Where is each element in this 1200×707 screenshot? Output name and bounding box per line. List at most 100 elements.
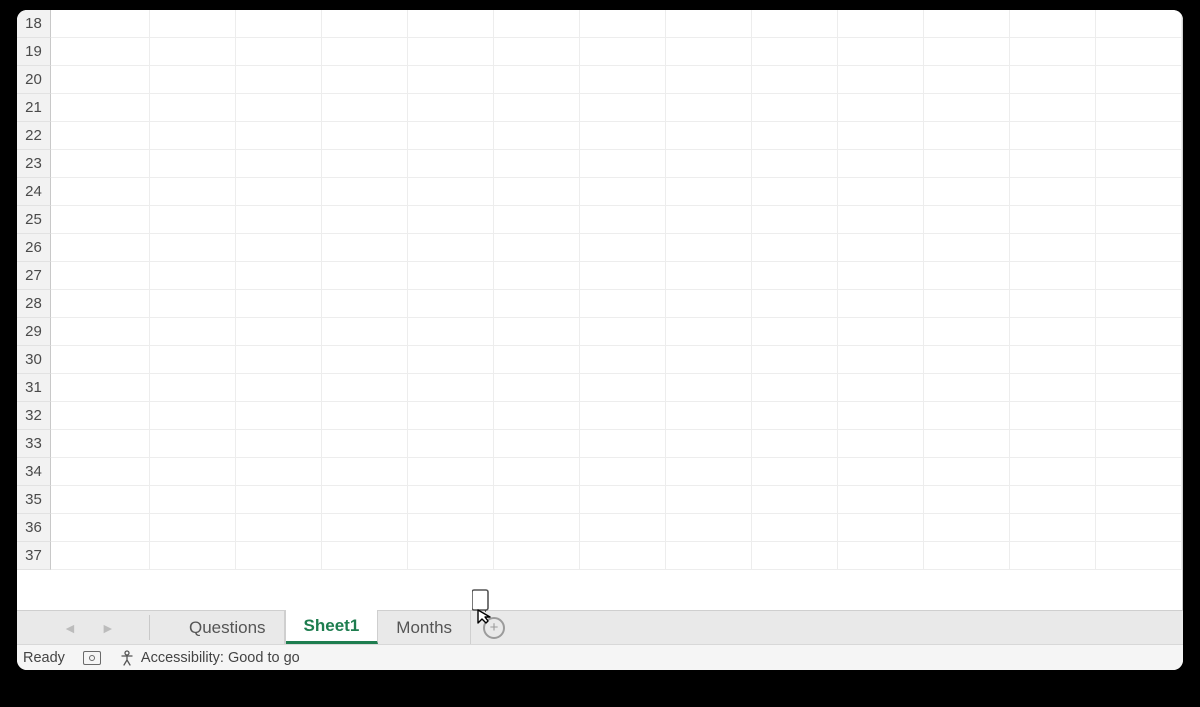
row-header[interactable]: 34 — [17, 458, 51, 486]
cell[interactable] — [838, 542, 924, 570]
cell[interactable] — [51, 430, 150, 458]
cell[interactable] — [408, 122, 494, 150]
row-header[interactable]: 26 — [17, 234, 51, 262]
cell[interactable] — [752, 234, 838, 262]
cell[interactable] — [838, 402, 924, 430]
cell[interactable] — [1096, 234, 1182, 262]
cell[interactable] — [51, 542, 150, 570]
cell[interactable] — [666, 10, 752, 38]
cell[interactable] — [1010, 290, 1096, 318]
cell[interactable] — [1096, 346, 1182, 374]
cell[interactable] — [666, 38, 752, 66]
cell[interactable] — [494, 66, 580, 94]
cell[interactable] — [494, 262, 580, 290]
row-header[interactable]: 32 — [17, 402, 51, 430]
cell[interactable] — [924, 402, 1010, 430]
cell[interactable] — [51, 262, 150, 290]
cell[interactable] — [838, 94, 924, 122]
cell[interactable] — [752, 542, 838, 570]
cell[interactable] — [494, 234, 580, 262]
cell[interactable] — [1096, 178, 1182, 206]
cell[interactable] — [838, 262, 924, 290]
cell[interactable] — [752, 10, 838, 38]
cell[interactable] — [666, 402, 752, 430]
cell[interactable] — [580, 122, 666, 150]
cell[interactable] — [580, 206, 666, 234]
cell[interactable] — [752, 430, 838, 458]
cell[interactable] — [1096, 94, 1182, 122]
cell[interactable] — [1010, 374, 1096, 402]
cell[interactable] — [924, 122, 1010, 150]
row-header[interactable]: 37 — [17, 542, 51, 570]
cell[interactable] — [408, 486, 494, 514]
cell[interactable] — [838, 514, 924, 542]
cell[interactable] — [1096, 486, 1182, 514]
cell[interactable] — [408, 514, 494, 542]
cell[interactable] — [752, 318, 838, 346]
cell[interactable] — [408, 234, 494, 262]
cell[interactable] — [924, 206, 1010, 234]
cell[interactable] — [838, 458, 924, 486]
cell[interactable] — [1010, 318, 1096, 346]
cell[interactable] — [1096, 318, 1182, 346]
cell[interactable] — [150, 486, 236, 514]
cell[interactable] — [51, 206, 150, 234]
cell[interactable] — [1096, 514, 1182, 542]
cell[interactable] — [494, 402, 580, 430]
cell[interactable] — [150, 150, 236, 178]
cell[interactable] — [150, 402, 236, 430]
cell[interactable] — [236, 150, 322, 178]
spreadsheet-grid[interactable]: 1819202122232425262728293031323334353637 — [17, 10, 1183, 610]
cell[interactable] — [924, 94, 1010, 122]
row-header[interactable]: 21 — [17, 94, 51, 122]
cell[interactable] — [408, 66, 494, 94]
sheet-tab-sheet1[interactable]: Sheet1 — [286, 610, 379, 644]
cell[interactable] — [1010, 486, 1096, 514]
cell[interactable] — [494, 38, 580, 66]
cell[interactable] — [494, 458, 580, 486]
cell[interactable] — [666, 374, 752, 402]
cell[interactable] — [666, 514, 752, 542]
cell[interactable] — [838, 346, 924, 374]
cell[interactable] — [666, 206, 752, 234]
cell[interactable] — [752, 94, 838, 122]
cell[interactable] — [150, 346, 236, 374]
cell[interactable] — [1096, 290, 1182, 318]
cell[interactable] — [150, 66, 236, 94]
cell[interactable] — [752, 514, 838, 542]
cell[interactable] — [408, 374, 494, 402]
cell[interactable] — [1010, 206, 1096, 234]
cell[interactable] — [51, 66, 150, 94]
row-header[interactable]: 33 — [17, 430, 51, 458]
cell[interactable] — [236, 374, 322, 402]
cell[interactable] — [580, 514, 666, 542]
macro-record-icon[interactable] — [83, 651, 101, 665]
cell[interactable] — [1096, 150, 1182, 178]
cell[interactable] — [838, 486, 924, 514]
cell[interactable] — [408, 542, 494, 570]
cell[interactable] — [150, 458, 236, 486]
cell[interactable] — [494, 10, 580, 38]
cell[interactable] — [924, 66, 1010, 94]
new-sheet-button[interactable]: + — [471, 611, 517, 644]
cell[interactable] — [752, 262, 838, 290]
cell[interactable] — [924, 458, 1010, 486]
row-header[interactable]: 19 — [17, 38, 51, 66]
cell[interactable] — [838, 318, 924, 346]
cell[interactable] — [150, 38, 236, 66]
cell[interactable] — [1010, 542, 1096, 570]
cell[interactable] — [752, 150, 838, 178]
cell[interactable] — [51, 318, 150, 346]
cell[interactable] — [1096, 402, 1182, 430]
accessibility-status[interactable]: Accessibility: Good to go — [119, 650, 300, 666]
cell[interactable] — [408, 318, 494, 346]
cell[interactable] — [494, 542, 580, 570]
cell[interactable] — [838, 430, 924, 458]
cell[interactable] — [494, 122, 580, 150]
cell[interactable] — [236, 318, 322, 346]
cell[interactable] — [838, 374, 924, 402]
sheet-tab-months[interactable]: Months — [378, 611, 471, 644]
cell[interactable] — [1010, 262, 1096, 290]
cell[interactable] — [580, 94, 666, 122]
cell[interactable] — [236, 66, 322, 94]
